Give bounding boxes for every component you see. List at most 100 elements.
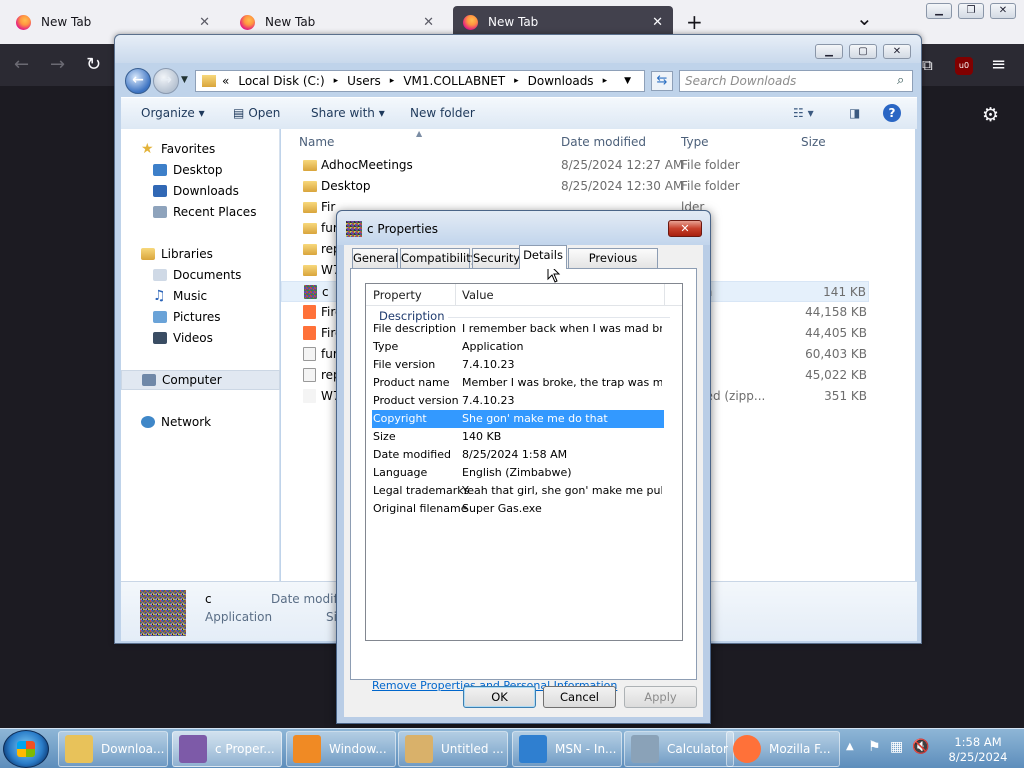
breadcrumb-item[interactable]: Local Disk (C:) bbox=[238, 74, 324, 88]
network-status-icon[interactable]: ▦ bbox=[890, 739, 903, 755]
nav-label: Desktop bbox=[173, 163, 223, 177]
property-row[interactable]: Original filename Super Gas.exe bbox=[372, 500, 664, 518]
organize-button[interactable]: Organize ▾ bbox=[141, 106, 205, 120]
property-row[interactable]: Copyright She gon' make me do that bbox=[372, 410, 664, 428]
show-hidden-icons-icon[interactable]: ▲ bbox=[846, 741, 854, 752]
apply-button[interactable]: Apply bbox=[624, 686, 697, 708]
details-file-name: c bbox=[205, 592, 212, 606]
taskbar-button[interactable]: Downloa... bbox=[58, 731, 168, 767]
help-icon[interactable]: ? bbox=[883, 104, 901, 122]
nav-network[interactable]: Network bbox=[121, 412, 280, 432]
close-icon[interactable]: ✕ bbox=[199, 15, 210, 30]
reload-icon[interactable]: ↻ bbox=[86, 55, 101, 75]
minimize-button[interactable]: ▁ bbox=[926, 3, 952, 19]
breadcrumb-item[interactable]: Downloads bbox=[528, 74, 594, 88]
back-arrow-icon[interactable]: ← bbox=[14, 55, 29, 75]
list-all-tabs-button[interactable]: ⌄ bbox=[856, 6, 873, 30]
action-center-flag-icon[interactable]: ⚑ bbox=[868, 739, 881, 755]
file-size: 60,403 KB bbox=[805, 347, 867, 361]
property-row[interactable]: File version 7.4.10.23 bbox=[372, 356, 664, 374]
close-button[interactable]: ✕ bbox=[990, 3, 1016, 19]
folder-icon bbox=[303, 181, 317, 192]
breadcrumb-item[interactable]: Users bbox=[347, 74, 381, 88]
preview-pane-icon[interactable]: ◨ bbox=[849, 106, 860, 120]
share-with-button[interactable]: Share with ▾ bbox=[311, 106, 385, 120]
property-row[interactable]: Product name Member I was broke, the trap… bbox=[372, 374, 664, 392]
property-row[interactable]: File description I remember back when I w… bbox=[372, 320, 664, 338]
properties-dialog: c Properties ✕ General Compatibility Sec… bbox=[336, 210, 711, 724]
property-row[interactable]: Legal trademarks Yeah that girl, she gon'… bbox=[372, 482, 664, 500]
nav-documents[interactable]: Documents bbox=[121, 265, 280, 285]
organize-label: Organize bbox=[141, 106, 195, 120]
maximize-button[interactable]: ▢ bbox=[849, 44, 877, 59]
taskbar-button[interactable]: c Proper... bbox=[172, 731, 282, 767]
nav-videos[interactable]: Videos bbox=[121, 328, 280, 348]
breadcrumb-item[interactable]: VM1.COLLABNET bbox=[403, 74, 505, 88]
volume-muted-icon[interactable]: 🔇 bbox=[912, 739, 929, 755]
property-row[interactable]: Type Application bbox=[372, 338, 664, 356]
search-input[interactable]: Search Downloads bbox=[679, 70, 913, 92]
start-button[interactable] bbox=[3, 730, 49, 768]
property-row[interactable]: Language English (Zimbabwe) bbox=[372, 464, 664, 482]
address-dropdown-icon[interactable]: ▼ bbox=[624, 76, 631, 86]
column-date-modified[interactable]: Date modified bbox=[561, 135, 646, 149]
taskbar-button[interactable]: Untitled ... bbox=[398, 731, 508, 767]
nav-downloads[interactable]: Downloads bbox=[121, 181, 280, 201]
column-size[interactable]: Size bbox=[801, 135, 826, 149]
nav-pictures[interactable]: Pictures bbox=[121, 307, 280, 327]
new-folder-button[interactable]: New folder bbox=[410, 106, 475, 120]
downloads-icon bbox=[153, 185, 167, 197]
forward-arrow-icon[interactable]: → bbox=[153, 68, 179, 94]
open-button[interactable]: ▤ Open bbox=[233, 106, 280, 120]
tab-compatibility[interactable]: Compatibility bbox=[400, 248, 478, 268]
nav-music[interactable]: ♫ Music bbox=[121, 286, 280, 306]
property-column-header[interactable]: Property bbox=[373, 284, 422, 306]
property-row[interactable]: Date modified 8/25/2024 1:58 AM bbox=[372, 446, 664, 464]
nav-desktop[interactable]: Desktop bbox=[121, 160, 280, 180]
nav-computer[interactable]: Computer bbox=[121, 370, 280, 390]
property-row[interactable]: Product version 7.4.10.23 bbox=[372, 392, 664, 410]
view-options-icon[interactable]: ☷ ▾ bbox=[793, 106, 814, 120]
hamburger-menu-icon[interactable]: ≡ bbox=[991, 55, 1006, 75]
tab-general[interactable]: General bbox=[352, 248, 398, 268]
settings-gear-icon[interactable]: ⚙ bbox=[982, 104, 999, 126]
refresh-icon[interactable]: ⇆ bbox=[651, 71, 673, 91]
taskbar-button[interactable]: Calculator bbox=[624, 731, 734, 767]
back-arrow-icon[interactable]: ← bbox=[125, 68, 151, 94]
taskbar-button[interactable]: MSN - In... bbox=[512, 731, 622, 767]
nav-label: Documents bbox=[173, 268, 242, 282]
network-icon bbox=[141, 416, 155, 428]
taskbar-button[interactable]: Mozilla F... bbox=[726, 731, 840, 767]
extensions-icon[interactable]: ⧉ bbox=[922, 55, 933, 75]
minimize-button[interactable]: ▁ bbox=[815, 44, 843, 59]
column-name[interactable]: Name bbox=[299, 135, 334, 149]
close-icon[interactable]: ✕ bbox=[652, 15, 663, 30]
value-column-header[interactable]: Value bbox=[455, 284, 494, 306]
cancel-button[interactable]: Cancel bbox=[543, 686, 616, 708]
tab-security[interactable]: Security bbox=[472, 248, 520, 268]
column-type[interactable]: Type bbox=[681, 135, 709, 149]
address-bar[interactable]: « Local Disk (C:) ▸ Users ▸ VM1.COLLABNET ▸… bbox=[195, 70, 645, 92]
search-icon[interactable]: ⌕ bbox=[897, 73, 904, 88]
ok-button[interactable]: OK bbox=[463, 686, 536, 708]
file-row[interactable]: Desktop 8/25/2024 12:30 AM File folder bbox=[281, 176, 869, 197]
close-button[interactable]: ✕ bbox=[883, 44, 911, 59]
nav-libraries[interactable]: Libraries bbox=[121, 244, 280, 264]
nav-favorites[interactable]: ★ Favorites bbox=[121, 139, 280, 159]
close-icon[interactable]: ✕ bbox=[423, 15, 434, 30]
nav-recent-places[interactable]: Recent Places bbox=[121, 202, 280, 222]
taskbar-button[interactable]: Window... bbox=[286, 731, 396, 767]
forward-arrow-icon[interactable]: → bbox=[50, 55, 65, 75]
dialog-title: c Properties bbox=[367, 222, 439, 236]
new-tab-button[interactable]: + bbox=[686, 10, 703, 34]
recent-pages-chevron-icon[interactable]: ▼ bbox=[181, 75, 188, 85]
clock[interactable]: 1:58 AM 8/25/2024 bbox=[936, 735, 1020, 765]
property-row[interactable]: Size 140 KB bbox=[372, 428, 664, 446]
close-button[interactable]: ✕ bbox=[668, 220, 702, 237]
property-list[interactable]: Property Value Description File descript… bbox=[365, 283, 683, 641]
file-row[interactable]: AdhocMeetings 8/25/2024 12:27 AM File fold… bbox=[281, 155, 869, 176]
tab-previous-versions[interactable]: Previous Versions bbox=[568, 248, 658, 283]
maximize-button[interactable]: ❐ bbox=[958, 3, 984, 19]
tab-details[interactable]: Details bbox=[519, 245, 567, 269]
ublock-icon[interactable]: u0 bbox=[955, 57, 973, 75]
